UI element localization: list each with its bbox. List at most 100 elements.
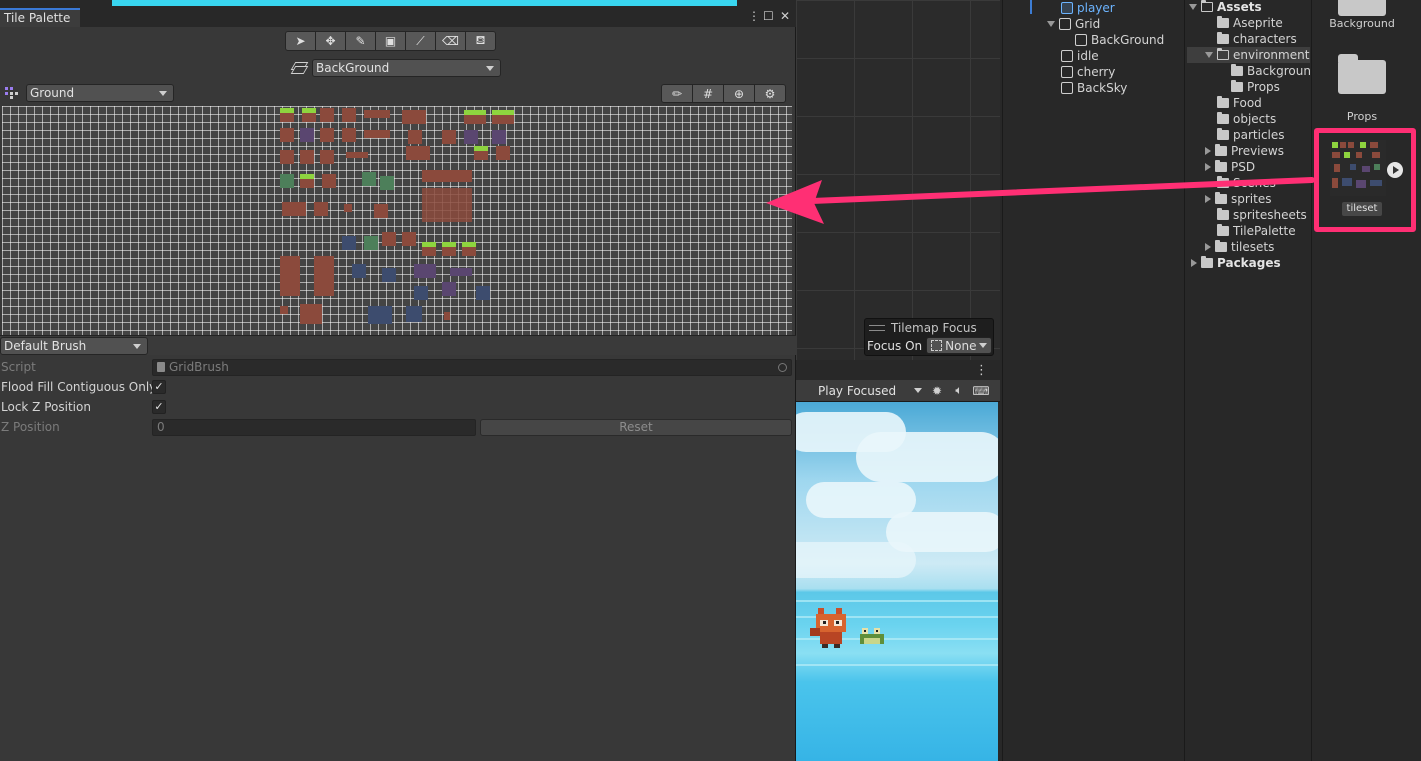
- tile[interactable]: [374, 204, 388, 218]
- tile[interactable]: [464, 130, 478, 144]
- tileset-thumbnail[interactable]: [1330, 140, 1386, 196]
- picker-tool-button[interactable]: ⟋: [405, 31, 436, 51]
- kebab-menu-icon[interactable]: ⋮: [975, 363, 988, 378]
- tile[interactable]: [280, 306, 288, 314]
- tile[interactable]: [492, 110, 514, 124]
- folder-background[interactable]: Backgroun: [1231, 63, 1310, 79]
- folder-aseprite[interactable]: Aseprite: [1217, 15, 1283, 31]
- tile[interactable]: [406, 306, 422, 322]
- object-picker-icon[interactable]: [778, 362, 787, 372]
- folder-props[interactable]: Props: [1231, 79, 1280, 95]
- tile[interactable]: [302, 108, 316, 122]
- select-tool-button[interactable]: ➤: [285, 31, 316, 51]
- tile[interactable]: [402, 232, 416, 246]
- kebab-menu-icon[interactable]: ⋮: [748, 9, 760, 23]
- box-fill-tool-button[interactable]: ▣: [375, 31, 406, 51]
- scene-view[interactable]: [796, 0, 1000, 360]
- folder-icon[interactable]: [1338, 0, 1386, 16]
- tile[interactable]: [492, 130, 506, 144]
- folder-psd[interactable]: PSD: [1205, 159, 1255, 175]
- tile[interactable]: [300, 174, 314, 188]
- hierarchy-item-grid[interactable]: Grid: [1047, 16, 1100, 32]
- tile[interactable]: [368, 306, 392, 324]
- folder-icon[interactable]: [1338, 54, 1386, 94]
- folder-environment[interactable]: environment: [1187, 47, 1310, 63]
- brush-dropdown[interactable]: Default Brush: [0, 337, 148, 355]
- script-field[interactable]: GridBrush: [152, 358, 792, 376]
- drag-handle-icon[interactable]: [869, 325, 885, 331]
- folder-food[interactable]: Food: [1217, 95, 1262, 111]
- expand-arrow-icon[interactable]: [1189, 4, 1197, 10]
- hierarchy-item-cherry[interactable]: cherry: [1061, 64, 1115, 80]
- tile[interactable]: [280, 150, 294, 164]
- folder-packages[interactable]: Packages: [1191, 255, 1281, 271]
- palette-dropdown[interactable]: Ground: [26, 84, 174, 102]
- play-mode-dropdown[interactable]: Play Focused: [816, 384, 924, 398]
- tile[interactable]: [320, 128, 334, 142]
- folder-tilesets[interactable]: tilesets: [1205, 239, 1274, 255]
- tile[interactable]: [314, 202, 328, 216]
- tile[interactable]: [382, 268, 396, 282]
- play-icon[interactable]: [1387, 162, 1403, 178]
- focus-on-dropdown[interactable]: None: [926, 337, 993, 354]
- folder-tilepalette[interactable]: TilePalette: [1217, 223, 1296, 239]
- tile[interactable]: [352, 264, 366, 278]
- reset-button[interactable]: Reset: [480, 418, 792, 436]
- tile[interactable]: [364, 130, 390, 138]
- edit-palette-button[interactable]: ✏: [661, 84, 693, 103]
- tile[interactable]: [408, 130, 422, 144]
- tile[interactable]: [380, 176, 394, 190]
- tile[interactable]: [442, 242, 456, 256]
- tile[interactable]: [320, 108, 334, 122]
- tile-palette-grid[interactable]: [2, 106, 792, 336]
- tile[interactable]: [382, 232, 396, 246]
- tile[interactable]: [402, 110, 426, 124]
- active-tilemap-dropdown[interactable]: BackGround: [312, 59, 501, 77]
- tile[interactable]: [474, 146, 488, 160]
- tile[interactable]: [364, 236, 378, 250]
- tile[interactable]: [280, 108, 294, 122]
- paint-tool-button[interactable]: ✎: [345, 31, 376, 51]
- tile[interactable]: [414, 286, 428, 300]
- tile[interactable]: [442, 130, 456, 144]
- tile[interactable]: [422, 242, 436, 256]
- folder-assets[interactable]: Assets: [1189, 0, 1262, 15]
- expand-arrow-icon[interactable]: [1205, 243, 1211, 251]
- tile[interactable]: [300, 150, 314, 164]
- expand-arrow-icon[interactable]: [1205, 52, 1213, 58]
- z-position-field[interactable]: 0: [152, 418, 476, 436]
- game-view[interactable]: [796, 402, 998, 761]
- expand-arrow-icon[interactable]: [1047, 21, 1055, 27]
- tile[interactable]: [364, 110, 390, 118]
- folder-spritesheets[interactable]: spritesheets: [1217, 207, 1307, 223]
- tile[interactable]: [300, 128, 314, 142]
- lock-z-checkbox[interactable]: ✓: [152, 400, 166, 414]
- tile[interactable]: [464, 110, 486, 124]
- tilemap-focus-header[interactable]: Tilemap Focus: [869, 321, 977, 335]
- palette-settings-button[interactable]: ⚙: [754, 84, 786, 103]
- tile[interactable]: [442, 282, 456, 296]
- hierarchy-item-idle[interactable]: idle: [1061, 48, 1099, 64]
- folder-scenes[interactable]: Scenes: [1217, 175, 1276, 191]
- tile[interactable]: [406, 146, 430, 160]
- tile[interactable]: [414, 264, 436, 278]
- tile[interactable]: [450, 268, 472, 276]
- tile[interactable]: [496, 146, 510, 160]
- expand-arrow-icon[interactable]: [1191, 259, 1197, 267]
- keyboard-icon[interactable]: ⌨︎: [972, 383, 990, 399]
- expand-arrow-icon[interactable]: [1205, 163, 1211, 171]
- tile[interactable]: [342, 128, 356, 142]
- fill-tool-button[interactable]: ⛾: [465, 31, 496, 51]
- flood-fill-checkbox[interactable]: ✓: [152, 380, 166, 394]
- tile[interactable]: [280, 174, 294, 188]
- tile[interactable]: [322, 174, 336, 188]
- expand-arrow-icon[interactable]: [1205, 147, 1211, 155]
- hierarchy-item-backsky[interactable]: BackSky: [1061, 80, 1127, 96]
- speaker-icon[interactable]: 🔈︎: [950, 383, 968, 399]
- tile[interactable]: [320, 150, 334, 164]
- gizmos-button[interactable]: ⊕: [723, 84, 755, 103]
- folder-particles[interactable]: particles: [1217, 127, 1285, 143]
- expand-arrow-icon[interactable]: [1205, 195, 1211, 203]
- toggle-grid-button[interactable]: #: [692, 84, 724, 103]
- folder-characters[interactable]: characters: [1217, 31, 1297, 47]
